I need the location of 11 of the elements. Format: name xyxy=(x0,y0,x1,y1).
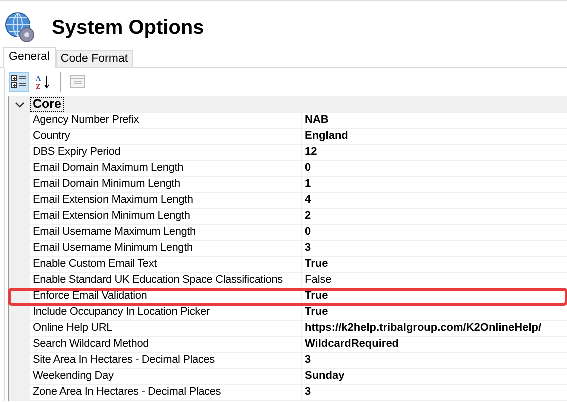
property-name: Zone Area In Hectares - Decimal Places xyxy=(30,385,302,401)
categorized-icon[interactable] xyxy=(9,72,29,92)
tab[interactable]: General xyxy=(3,47,56,68)
property-name: Enforce Email Validation xyxy=(30,289,302,305)
property-value: False xyxy=(302,273,567,289)
tab[interactable]: Code Format xyxy=(56,50,134,67)
property-name: Enable Standard UK Education Space Classifications xyxy=(30,273,302,289)
property-value: 3 xyxy=(302,385,567,401)
category-label: Core xyxy=(30,97,64,112)
window-title: System Options xyxy=(52,16,204,40)
property-value: True xyxy=(302,289,567,305)
